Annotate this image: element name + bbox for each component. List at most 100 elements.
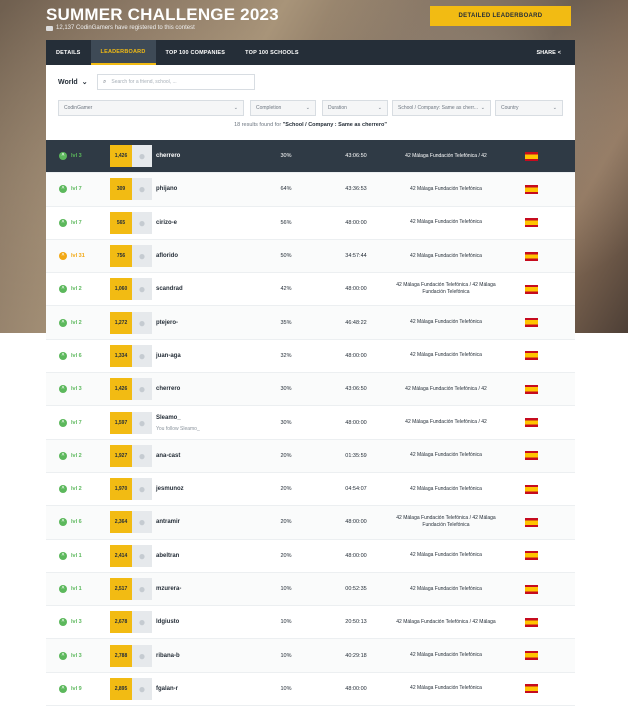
school-value: 42 Málaga Fundación Telefónica [410, 252, 482, 259]
level-icon: ^ [59, 185, 67, 194]
player-name[interactable]: ana-cast [156, 453, 180, 459]
leaderboard-row[interactable]: ^ lvl 3 2,788 ● ribana-b 10% 40:29:18 42 Málaga… [46, 639, 575, 673]
level-label: lvl 2 [71, 319, 82, 326]
avatar[interactable]: ● [132, 378, 152, 401]
player-name[interactable]: cherrero [156, 153, 180, 159]
avatar[interactable]: ● [132, 145, 152, 168]
rank-badge: 2,414 [110, 544, 132, 567]
leaderboard-row[interactable]: ^ lvl 3 1,426 ● cherrero 30% 43:06:50 42 Málaga… [46, 140, 575, 174]
player-name[interactable]: antramir [156, 519, 180, 525]
player-name[interactable]: cherrero [156, 386, 180, 392]
player-name[interactable]: phijano [156, 186, 177, 192]
leaderboard-row[interactable]: ^ lvl 7 1,597 ● Sleamo_ You follow Sleamo_ 30%… [46, 406, 575, 440]
level-icon: ^ [59, 218, 67, 227]
avatar[interactable]: ● [132, 611, 152, 634]
completion-filter[interactable]: Completion ⌄ [250, 100, 316, 116]
player-name[interactable]: mzurera- [156, 586, 181, 592]
player-name[interactable]: scandrad [156, 286, 183, 292]
duration-filter[interactable]: Duration ⌄ [322, 100, 388, 116]
chevron-down-icon: ⌄ [305, 105, 310, 111]
rank-badge: 1,597 [110, 411, 132, 434]
results-filter: "School / Company : Same as cherrero" [282, 122, 387, 128]
chevron-down-icon: ⌄ [552, 105, 557, 111]
avatar[interactable]: ● [132, 211, 152, 234]
duration-value: 34:57:44 [345, 253, 367, 260]
share-button[interactable]: SHARE < [537, 50, 561, 56]
avatar[interactable]: ● [132, 444, 152, 467]
player-name[interactable]: ptejero- [156, 320, 178, 326]
codingamer-filter[interactable]: CodinGamer ⌄ [58, 100, 244, 116]
leaderboard-row[interactable]: ^ lvl 6 1,334 ● juan-aga 32% 48:00:00 42 Málaga… [46, 339, 575, 374]
tab-top-schools[interactable]: TOP 100 SCHOOLS [235, 40, 309, 65]
leaderboard-row[interactable]: ^ lvl 1 2,517 ● mzurera- 10% 00:52:35 42 Málaga… [46, 572, 575, 607]
country-filter[interactable]: Country ⌄ [495, 100, 563, 116]
duration-filter-label: Duration [328, 105, 347, 111]
leaderboard-row[interactable]: ^ lvl 1 2,414 ● abeltran 20% 48:00:00 42 Málaga… [46, 539, 575, 573]
duration-value: 00:52:35 [345, 586, 367, 592]
completion-value: 64% [280, 186, 292, 193]
leaderboard-row[interactable]: ^ lvl 7 565 ● cirizo-e 56% 48:00:00 42 Málaga F… [46, 206, 575, 240]
player-name[interactable]: cirizo-e [156, 220, 177, 226]
duration-value: 48:00:00 [345, 519, 367, 526]
player-name[interactable]: jesmunoz [156, 486, 184, 492]
detailed-leaderboard-button[interactable]: DETAILED LEADERBOARD [430, 6, 571, 26]
avatar[interactable]: ● [132, 644, 152, 667]
chevron-down-icon: ⌄ [233, 105, 238, 111]
avatar[interactable]: ● [132, 245, 152, 268]
player-name[interactable]: juan-aga [156, 353, 181, 359]
leaderboard-row[interactable]: ^ lvl 31 756 ● aflorido 50% 34:57:44 42 Málaga … [46, 239, 575, 274]
leaderboard-row[interactable]: ^ lvl 6 2,364 ● antramir 20% 48:00:00 42 Málaga… [46, 506, 575, 540]
level-badge: ^ lvl 3 [59, 385, 82, 394]
level-label: lvl 7 [71, 186, 82, 193]
user-avatar-icon: ● [138, 315, 146, 330]
leaderboard-row[interactable]: ^ lvl 2 1,927 ● ana-cast 20% 01:35:59 42 Málaga… [46, 439, 575, 473]
leaderboard-row[interactable]: ^ lvl 2 1,970 ● jesmunoz 20% 04:54:07 42 Málaga… [46, 472, 575, 507]
spain-flag-icon [525, 517, 538, 527]
avatar[interactable]: ● [132, 311, 152, 334]
player-name[interactable]: ribana-b [156, 653, 180, 659]
leaderboard-row[interactable]: ^ lvl 2 1,060 ● scandrad 42% 48:00:00 42 Málaga… [46, 273, 575, 307]
avatar[interactable]: ● [132, 544, 152, 567]
player-name[interactable]: fgalan-r [156, 686, 178, 692]
rank-badge: 2,364 [110, 511, 132, 534]
level-label: lvl 6 [71, 519, 82, 526]
duration-value: 20:50:13 [345, 619, 367, 626]
completion-value: 10% [280, 586, 292, 592]
avatar[interactable]: ● [132, 677, 152, 700]
school-value: 42 Málaga Fundación Telefónica [410, 319, 482, 326]
leaderboard-row[interactable]: ^ lvl 9 2,895 ● fgalan-r 10% 48:00:00 42 Málaga… [46, 672, 575, 707]
scope-dropdown[interactable]: World ⌄ [58, 78, 88, 87]
user-avatar-icon: ● [138, 648, 146, 663]
avatar[interactable]: ● [132, 578, 152, 600]
leaderboard-row[interactable]: ^ lvl 2 1,272 ● ptejero- 35% 46:48:22 42 Málaga… [46, 306, 575, 340]
avatar[interactable]: ● [132, 511, 152, 534]
school-filter[interactable]: School / Company: Same as cherr... ⌄ [392, 100, 491, 116]
avatar[interactable]: ● [132, 478, 152, 501]
tab-leaderboard[interactable]: LEADERBOARD [90, 40, 156, 65]
avatar[interactable]: ● [132, 411, 152, 434]
avatar[interactable]: ● [132, 278, 152, 301]
avatar[interactable]: ● [132, 344, 152, 367]
completion-value: 20% [280, 519, 292, 526]
level-icon: ^ [59, 485, 67, 494]
player-name[interactable]: ldgiusto [156, 619, 179, 625]
player-name[interactable]: aflorido [156, 253, 178, 259]
school-value: 42 Málaga Fundación Telefónica / 42 Mála… [396, 282, 496, 296]
completion-value: 30% [280, 386, 292, 393]
rank-badge: 2,678 [110, 611, 132, 634]
tab-details[interactable]: DETAILS [46, 40, 91, 65]
leaderboard-row[interactable]: ^ lvl 7 309 ● phijano 64% 43:36:53 42 Málaga Fu… [46, 173, 575, 207]
level-icon: ^ [59, 152, 67, 161]
player-name[interactable]: Sleamo_ [156, 415, 181, 421]
player-name[interactable]: abeltran [156, 553, 179, 559]
level-label: lvl 2 [71, 286, 82, 293]
avatar[interactable]: ● [132, 178, 152, 201]
search-input[interactable]: ⌕ Search for a friend, school, ... [97, 74, 255, 90]
level-label: lvl 3 [71, 386, 82, 393]
leaderboard-row[interactable]: ^ lvl 3 1,426 ● cherrero 30% 43:06:50 42 Málaga… [46, 373, 575, 407]
leaderboard-row[interactable]: ^ lvl 3 2,678 ● ldgiusto 10% 20:50:13 42 Málaga… [46, 606, 575, 640]
user-avatar-icon: ● [138, 582, 146, 596]
tab-top-companies[interactable]: TOP 100 COMPANIES [156, 40, 236, 65]
duration-value: 43:06:50 [345, 386, 367, 393]
level-icon: ^ [59, 684, 67, 693]
